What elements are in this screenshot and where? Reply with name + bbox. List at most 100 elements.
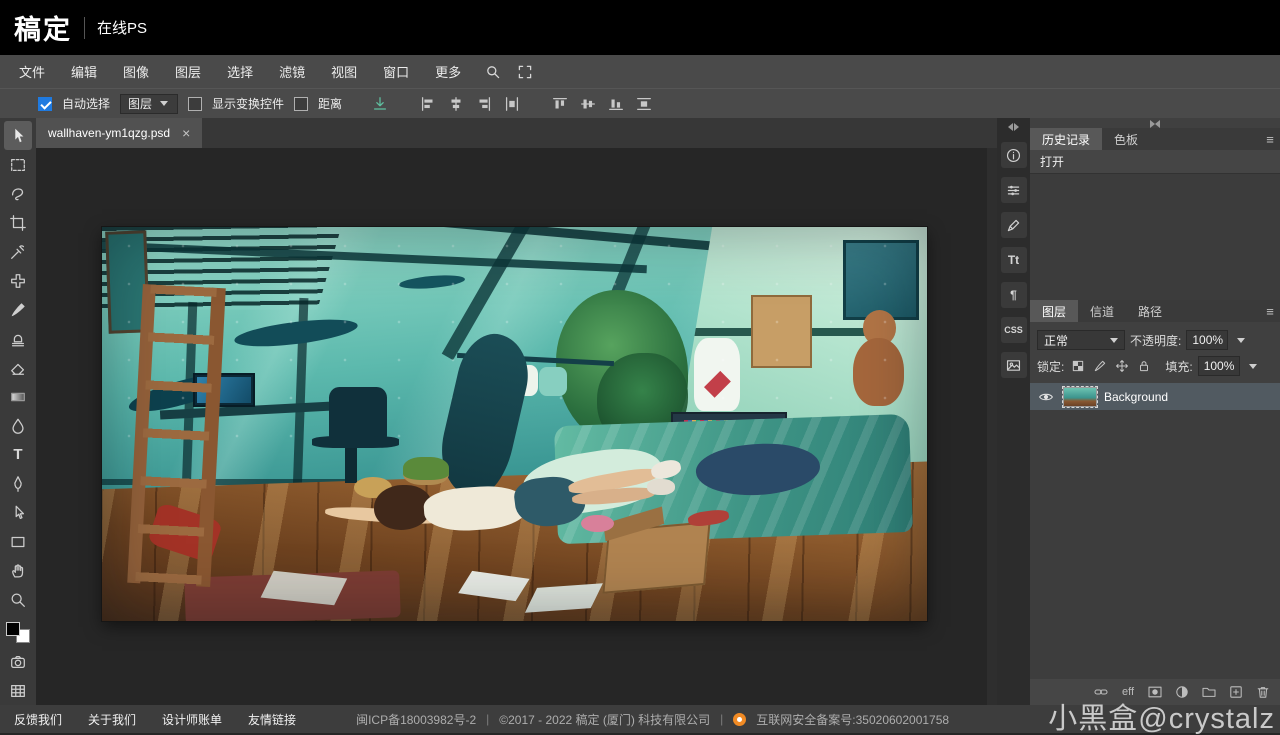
document-tabbar: wallhaven-ym1qzg.psd × — [36, 118, 997, 148]
eraser-tool[interactable] — [4, 353, 32, 382]
visibility-eye-icon[interactable] — [1036, 387, 1056, 407]
history-entry-open[interactable]: 打开 — [1030, 150, 1280, 174]
show-transform-checkbox[interactable] — [188, 97, 202, 111]
layer-thumbnail[interactable] — [1063, 387, 1097, 407]
right-icon-strip: Tt ¶ CSS — [997, 118, 1030, 705]
align-center-horizontal-icon[interactable] — [444, 92, 468, 116]
fullscreen-icon[interactable] — [512, 61, 538, 83]
lock-pixels-icon[interactable] — [1091, 358, 1108, 375]
new-layer-icon[interactable] — [1227, 683, 1245, 701]
menu-edit[interactable]: 编辑 — [58, 55, 110, 88]
footer-link-friendly-links[interactable]: 友情链接 — [248, 711, 296, 728]
menu-layer[interactable]: 图层 — [162, 55, 214, 88]
shape-tool[interactable] — [4, 527, 32, 556]
layer-effects-icon[interactable]: eff — [1119, 683, 1137, 701]
css-panel-icon[interactable]: CSS — [1001, 317, 1027, 343]
brush-tool[interactable] — [4, 295, 32, 324]
fill-input[interactable]: 100% — [1198, 356, 1240, 376]
eyedropper-tool[interactable] — [4, 237, 32, 266]
lock-position-icon[interactable] — [1113, 358, 1130, 375]
align-right-icon[interactable] — [472, 92, 496, 116]
color-swatches[interactable] — [6, 622, 30, 643]
path-select-tool[interactable] — [4, 498, 32, 527]
layer-name: Background — [1104, 390, 1168, 404]
distribute-horizontal-icon[interactable] — [500, 92, 524, 116]
canvas-area[interactable] — [36, 148, 997, 705]
tab-channels[interactable]: 信道 — [1078, 300, 1126, 322]
vertical-scrollbar[interactable] — [987, 148, 997, 705]
adjustments-icon[interactable] — [1001, 177, 1027, 203]
foreground-color-swatch[interactable] — [6, 622, 20, 636]
image-panel-icon[interactable] — [1001, 352, 1027, 378]
history-menu-icon[interactable]: ≡ — [1260, 128, 1280, 150]
pen-tool[interactable] — [4, 469, 32, 498]
paragraph-panel-icon[interactable]: ¶ — [1001, 282, 1027, 308]
tab-swatches[interactable]: 色板 — [1102, 128, 1150, 150]
align-top-icon[interactable] — [548, 92, 572, 116]
layers-menu-icon[interactable]: ≡ — [1260, 300, 1280, 322]
link-layers-icon[interactable] — [1092, 683, 1110, 701]
align-bottom-icon[interactable] — [604, 92, 628, 116]
collapse-left-icon[interactable] — [1008, 121, 1019, 133]
menu-view[interactable]: 视图 — [318, 55, 370, 88]
footer-link-about[interactable]: 关于我们 — [88, 711, 136, 728]
collapse-right-icon[interactable] — [1030, 118, 1280, 128]
crop-tool[interactable] — [4, 208, 32, 237]
opacity-dropdown-icon[interactable] — [1233, 330, 1249, 350]
zoom-tool[interactable] — [4, 585, 32, 614]
group-folder-icon[interactable] — [1200, 683, 1218, 701]
menu-more[interactable]: 更多 — [422, 55, 474, 88]
brush-settings-icon[interactable] — [1001, 212, 1027, 238]
target-mode-select[interactable]: 图层 — [120, 94, 178, 114]
align-left-icon[interactable] — [416, 92, 440, 116]
type-tool[interactable]: T — [4, 440, 32, 469]
gradient-tool[interactable] — [4, 382, 32, 411]
tab-history[interactable]: 历史记录 — [1030, 128, 1102, 150]
lock-all-icon[interactable] — [1135, 358, 1152, 375]
tab-paths[interactable]: 路径 — [1126, 300, 1174, 322]
target-mode-value: 图层 — [128, 95, 152, 112]
align-group-horizontal — [416, 92, 524, 116]
footer-link-feedback[interactable]: 反馈我们 — [14, 711, 62, 728]
menu-file[interactable]: 文件 — [6, 55, 58, 88]
document-tab[interactable]: wallhaven-ym1qzg.psd × — [36, 118, 202, 148]
layer-mask-icon[interactable] — [1146, 683, 1164, 701]
fill-label: 填充: — [1165, 358, 1192, 375]
character-panel-icon[interactable]: Tt — [1001, 247, 1027, 273]
distance-label: 距离 — [318, 95, 342, 112]
canvas-artwork[interactable] — [102, 227, 927, 621]
delete-layer-icon[interactable] — [1254, 683, 1272, 701]
search-icon[interactable] — [480, 61, 506, 83]
menu-window[interactable]: 窗口 — [370, 55, 422, 88]
opacity-input[interactable]: 100% — [1186, 330, 1228, 350]
fill-dropdown-icon[interactable] — [1245, 356, 1261, 376]
info-icon[interactable] — [1001, 142, 1027, 168]
footer-meta: 闽ICP备18003982号-2 | ©2017 - 2022 稿定 (厦门) … — [356, 711, 949, 728]
clone-stamp-tool[interactable] — [4, 324, 32, 353]
heal-brush-tool[interactable] — [4, 266, 32, 295]
close-icon[interactable]: × — [182, 126, 190, 140]
lasso-tool[interactable] — [4, 179, 32, 208]
menu-image[interactable]: 图像 — [110, 55, 162, 88]
blend-mode-select[interactable]: 正常 — [1037, 330, 1125, 350]
align-middle-icon[interactable] — [576, 92, 600, 116]
tab-layers[interactable]: 图层 — [1030, 300, 1078, 322]
marquee-tool[interactable] — [4, 150, 32, 179]
grid-icon[interactable] — [4, 676, 32, 705]
download-icon[interactable] — [368, 92, 392, 116]
lock-transparency-icon[interactable] — [1069, 358, 1086, 375]
layer-row-background[interactable]: Background — [1030, 383, 1280, 410]
camera-icon[interactable] — [4, 647, 32, 676]
adjustment-layer-icon[interactable] — [1173, 683, 1191, 701]
blur-tool[interactable] — [4, 411, 32, 440]
history-list: 打开 — [1030, 150, 1280, 300]
distribute-vertical-icon[interactable] — [632, 92, 656, 116]
auto-select-label: 自动选择 — [62, 95, 110, 112]
footer-link-designer-billing[interactable]: 设计师账单 — [162, 711, 222, 728]
auto-select-checkbox[interactable] — [38, 97, 52, 111]
distance-checkbox[interactable] — [294, 97, 308, 111]
menu-select[interactable]: 选择 — [214, 55, 266, 88]
menu-filter[interactable]: 滤镜 — [266, 55, 318, 88]
move-tool[interactable] — [4, 121, 32, 150]
hand-tool[interactable] — [4, 556, 32, 585]
